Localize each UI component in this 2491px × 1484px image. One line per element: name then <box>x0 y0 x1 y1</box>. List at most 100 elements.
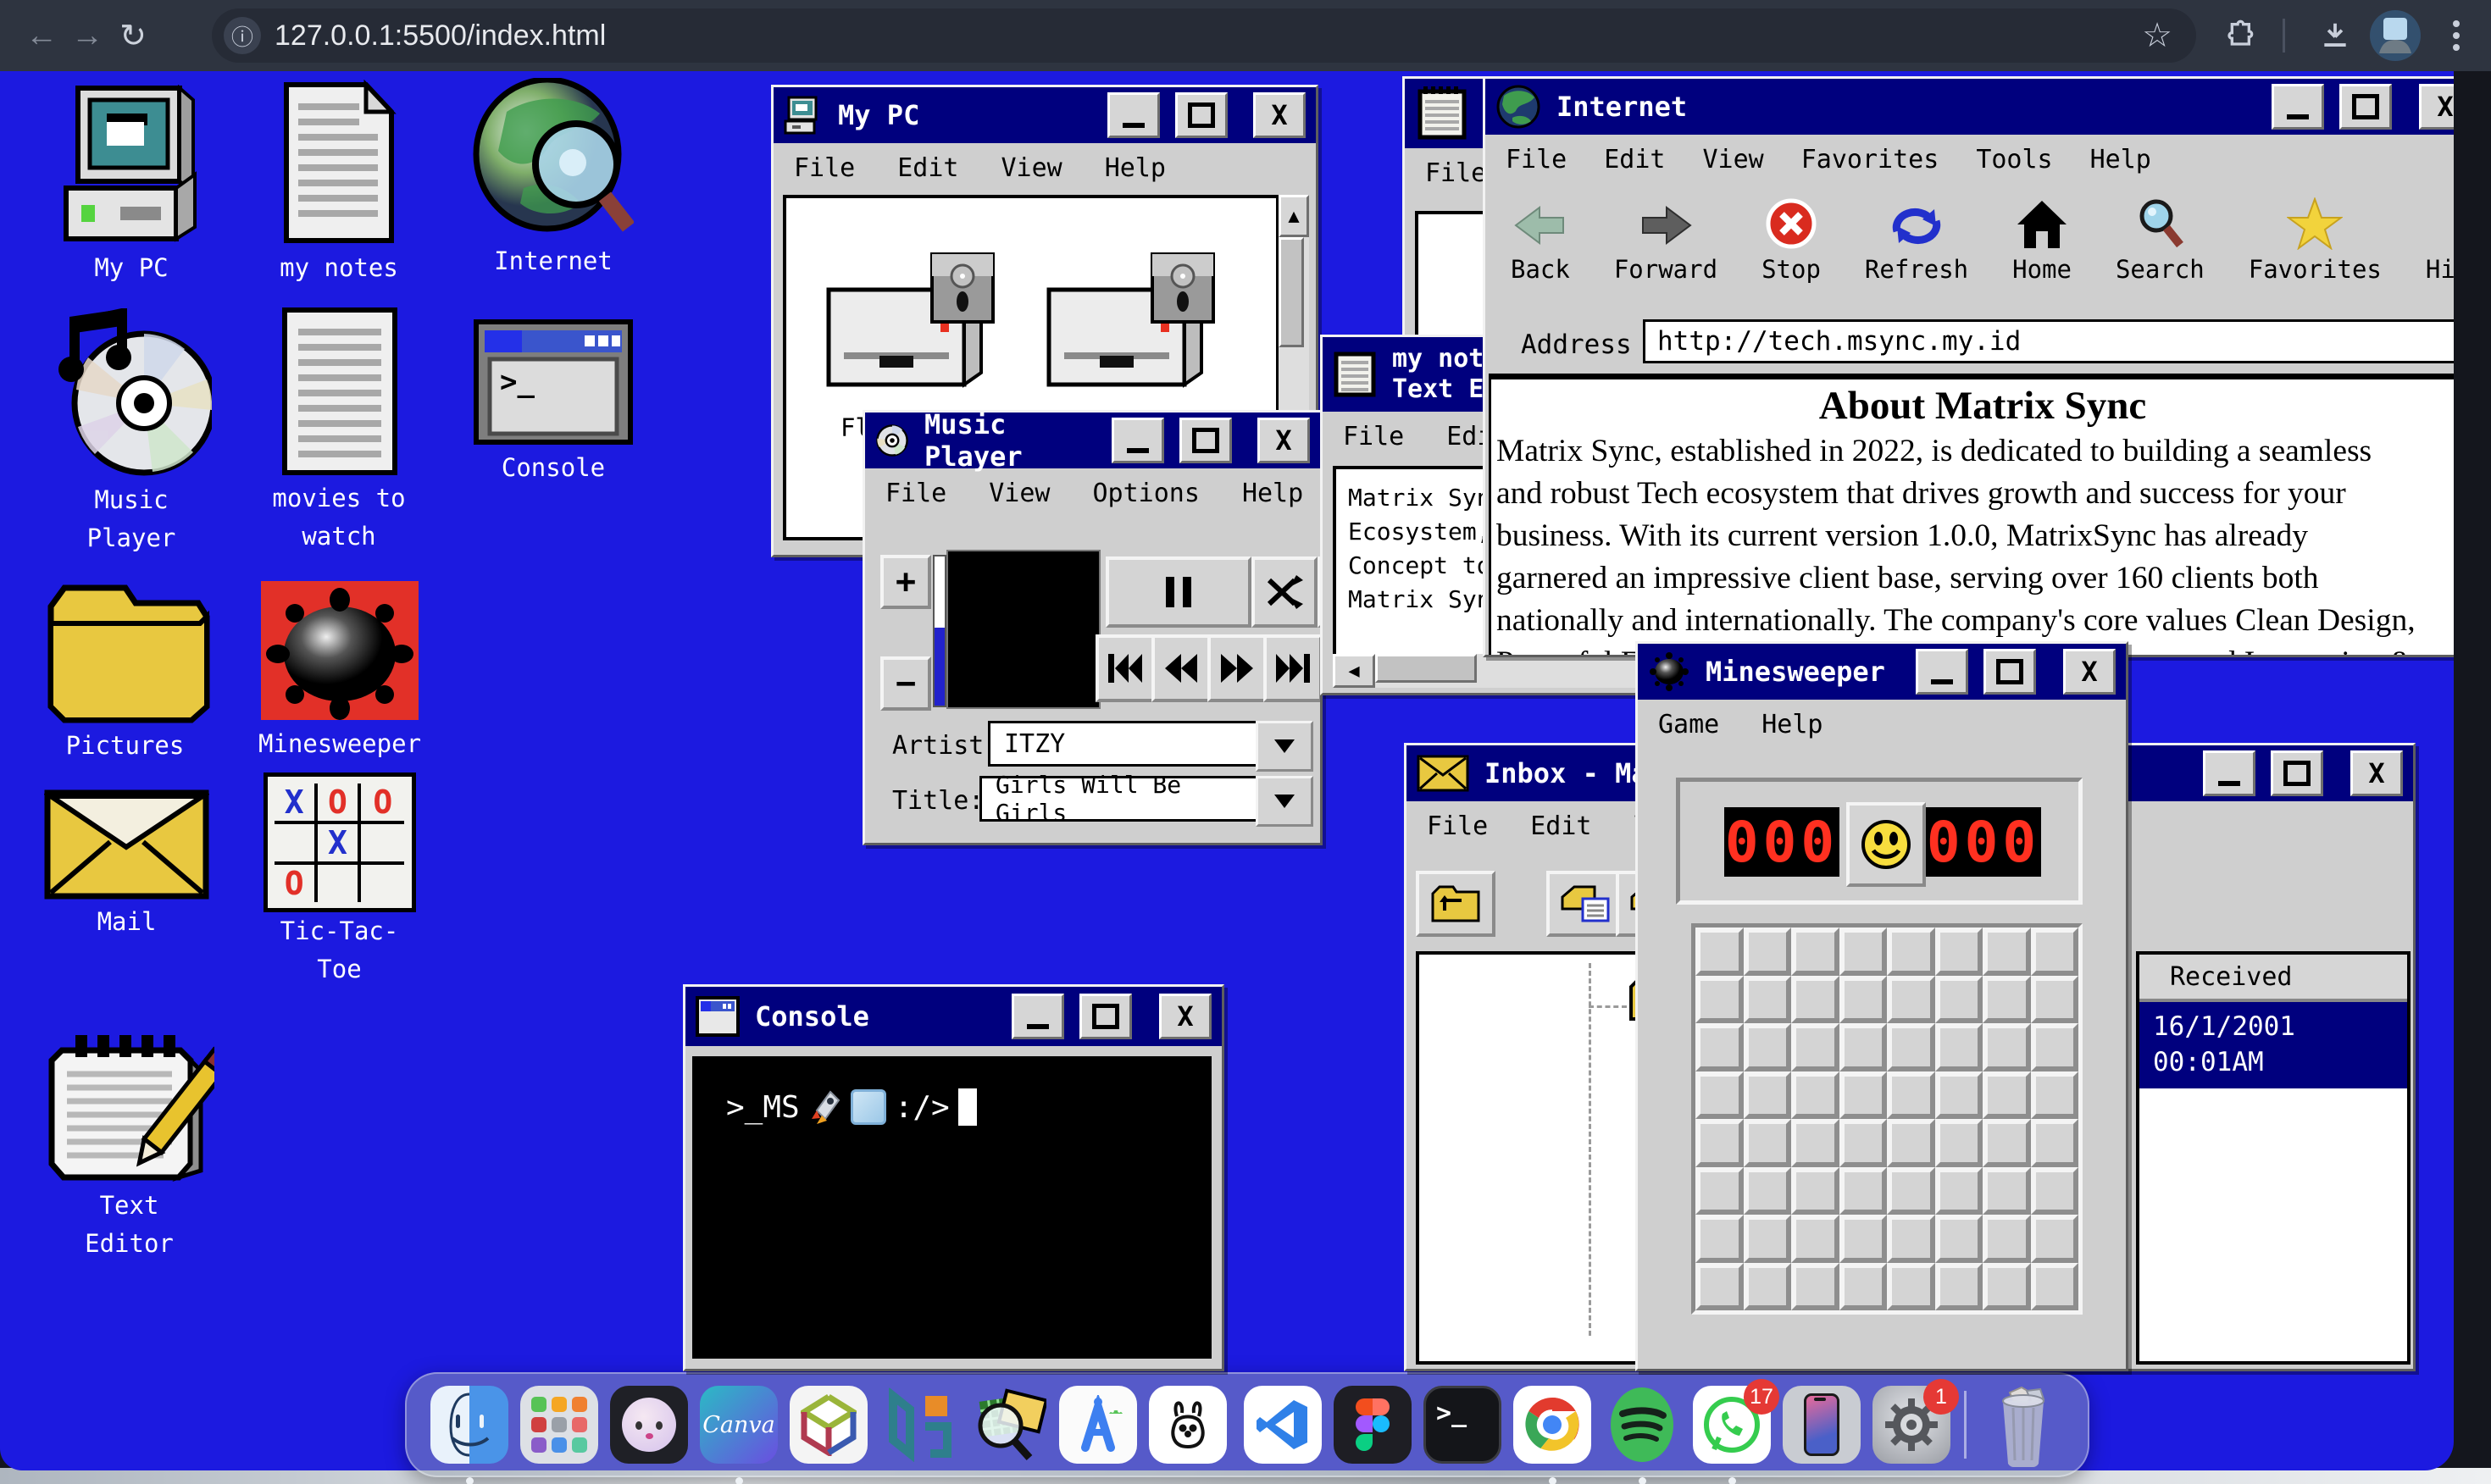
mine-cell[interactable] <box>1983 1071 2031 1120</box>
volume-slider[interactable] <box>933 555 946 707</box>
menu-help[interactable]: Help <box>1761 710 1822 739</box>
maximize-button[interactable] <box>2339 84 2392 130</box>
received-column-header[interactable]: Received <box>2139 955 2407 1002</box>
mine-cell[interactable] <box>2031 1215 2079 1263</box>
mine-cell[interactable] <box>1695 1119 1744 1167</box>
maximize-button[interactable] <box>1079 994 1132 1039</box>
menu-view[interactable]: View <box>989 479 1050 508</box>
mine-cell[interactable] <box>2031 976 2079 1024</box>
mine-cell[interactable] <box>1983 1119 2031 1167</box>
extensions-icon[interactable] <box>2216 0 2267 71</box>
bookmark-star-icon[interactable]: ☆ <box>2142 16 2172 55</box>
mine-cell[interactable] <box>1695 1071 1744 1120</box>
dock-ollama[interactable] <box>1149 1386 1227 1464</box>
close-button[interactable]: X <box>1159 994 1212 1039</box>
desktop-icon-my-pc[interactable]: My PC <box>47 85 216 287</box>
mine-cell[interactable] <box>2031 1119 2079 1167</box>
profile-avatar[interactable] <box>2364 0 2427 71</box>
mine-cell[interactable] <box>1887 1167 1935 1215</box>
horizontal-scrollbar[interactable]: ◀ <box>1333 654 1680 688</box>
mine-cell[interactable] <box>1839 1263 1888 1311</box>
desktop-icon-internet[interactable]: Internet <box>464 78 642 280</box>
desktop-icon-console[interactable]: >_ Console <box>464 318 642 487</box>
minimize-button[interactable] <box>1112 418 1164 463</box>
my-pc-titlebar[interactable]: My PC X <box>774 87 1316 143</box>
mine-cell[interactable] <box>1935 976 1983 1024</box>
shuffle-button[interactable] <box>1251 556 1318 628</box>
dock-chrome[interactable] <box>1513 1386 1591 1464</box>
scroll-thumb[interactable] <box>1279 237 1304 347</box>
mine-cell[interactable] <box>1983 1215 2031 1263</box>
close-button[interactable]: X <box>1257 418 1310 463</box>
mine-cell[interactable] <box>1695 928 1744 976</box>
browser-reload-icon[interactable]: ↻ <box>110 13 156 58</box>
menu-edit[interactable]: Edit <box>1530 811 1591 841</box>
home-button[interactable]: Home <box>2012 199 2072 284</box>
mine-cell[interactable] <box>1744 928 1792 976</box>
artist-field[interactable]: ITZY <box>988 721 1269 767</box>
desktop-icon-music-player[interactable]: Music Player <box>42 308 220 557</box>
maximize-button[interactable] <box>1175 92 1228 138</box>
dock-settings[interactable]: 1 <box>1872 1386 1950 1464</box>
menu-file[interactable]: File <box>1343 422 1404 451</box>
mine-cell[interactable] <box>1839 1215 1888 1263</box>
browser-forward-icon[interactable]: → <box>64 13 110 58</box>
stop-button[interactable]: Stop <box>1761 197 1821 284</box>
dock-v-logo-app[interactable] <box>879 1386 957 1464</box>
mine-cell[interactable] <box>1791 1023 1839 1071</box>
mine-cell[interactable] <box>1887 1263 1935 1311</box>
mine-cell[interactable] <box>1839 976 1888 1024</box>
mine-cell[interactable] <box>2031 1167 2079 1215</box>
mine-cell[interactable] <box>1744 1167 1792 1215</box>
mine-cell[interactable] <box>1935 1167 1983 1215</box>
menu-edit[interactable]: Edit <box>897 153 958 183</box>
mine-cell[interactable] <box>1983 928 2031 976</box>
mine-cell[interactable] <box>1935 1071 1983 1120</box>
dock-trash[interactable] <box>1984 1386 2062 1464</box>
menu-file[interactable]: File <box>1506 145 1567 174</box>
history-button[interactable]: History <box>2426 197 2454 284</box>
mine-cell[interactable] <box>1935 928 1983 976</box>
dock-gem-app[interactable] <box>790 1386 868 1464</box>
mine-cell[interactable] <box>1744 1023 1792 1071</box>
browser-menu-icon[interactable] <box>2433 0 2479 71</box>
downloads-icon[interactable] <box>2310 0 2361 71</box>
mine-cell[interactable] <box>1744 1263 1792 1311</box>
mine-cell[interactable] <box>1695 1215 1744 1263</box>
mine-cell[interactable] <box>1935 1215 1983 1263</box>
mine-cell[interactable] <box>1887 1215 1935 1263</box>
menu-file[interactable]: File <box>794 153 855 183</box>
menu-tools[interactable]: Tools <box>1976 145 2052 174</box>
menu-favorites[interactable]: Favorites <box>1801 145 1939 174</box>
dock-launchpad[interactable] <box>520 1386 598 1464</box>
back-button[interactable]: Back <box>1511 201 1570 284</box>
internet-titlebar[interactable]: Internet X <box>1485 79 2454 135</box>
mine-cell[interactable] <box>1935 1023 1983 1071</box>
mine-cell[interactable] <box>1839 1071 1888 1120</box>
mine-cell[interactable] <box>1983 1263 2031 1311</box>
close-button[interactable]: X <box>2419 84 2454 130</box>
mail-up-folder-button[interactable] <box>1416 871 1495 937</box>
dock-terminal[interactable]: >_ <box>1423 1386 1501 1464</box>
close-button[interactable]: X <box>2063 649 2116 695</box>
forward-button[interactable]: Forward <box>1614 201 1717 284</box>
menu-help[interactable]: Help <box>1242 479 1303 508</box>
mine-cell[interactable] <box>2031 1263 2079 1311</box>
mine-cell[interactable] <box>1744 1215 1792 1263</box>
mine-cell[interactable] <box>1839 928 1888 976</box>
menu-view[interactable]: View <box>1001 153 1062 183</box>
mine-cell[interactable] <box>1695 1167 1744 1215</box>
minimize-button[interactable] <box>1916 649 1968 695</box>
message-row-selected[interactable]: 16/1/2001 00:01AM <box>2139 1002 2407 1088</box>
mine-cell[interactable] <box>1983 1167 2031 1215</box>
desktop-icon-text-editor[interactable]: Text Editor <box>38 1027 220 1263</box>
browser-back-icon[interactable]: ← <box>19 13 64 58</box>
mine-cell[interactable] <box>1935 1119 1983 1167</box>
menu-file[interactable]: File <box>885 479 946 508</box>
mine-cell[interactable] <box>1983 1023 2031 1071</box>
menu-view[interactable]: View <box>1703 145 1764 174</box>
desktop-icon-minesweeper[interactable]: Minesweeper <box>251 579 429 763</box>
mine-cell[interactable] <box>1839 1023 1888 1071</box>
menu-options[interactable]: Options <box>1093 479 1200 508</box>
desktop-icon-pictures[interactable]: Pictures <box>34 579 216 765</box>
